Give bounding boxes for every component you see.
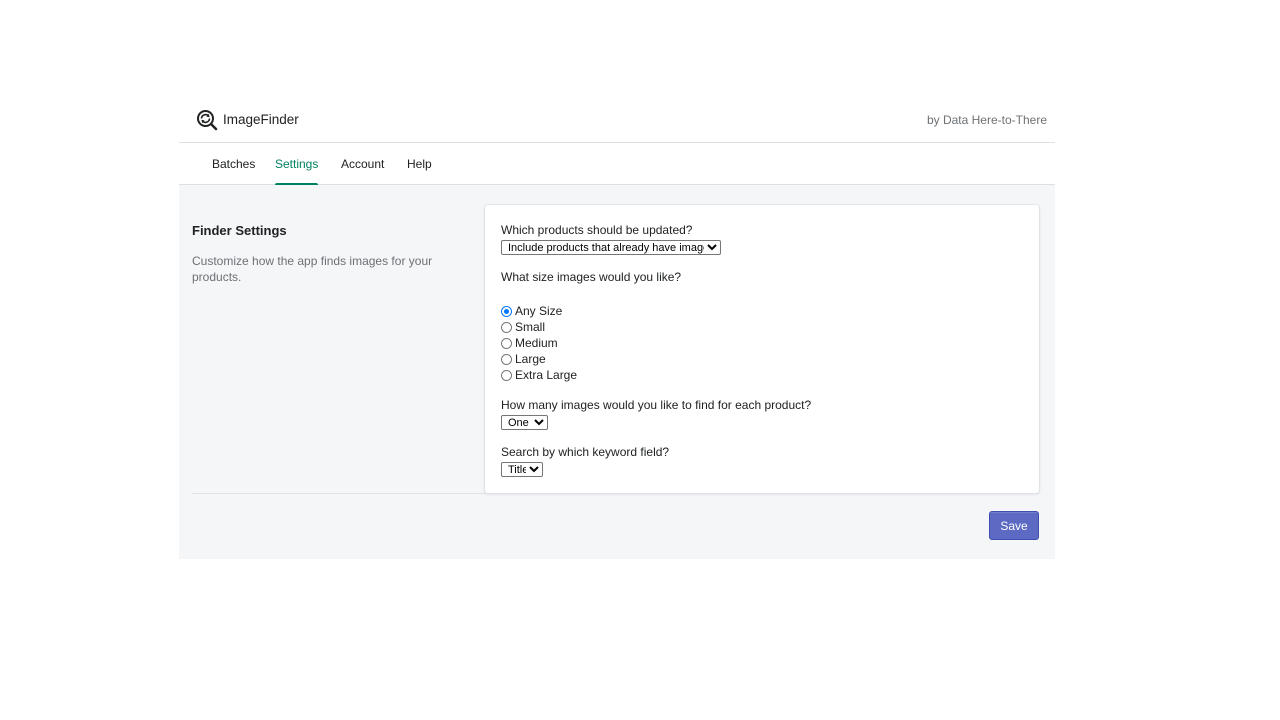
radio-button[interactable] — [501, 369, 512, 381]
size-option-small[interactable]: Small — [501, 319, 545, 335]
radio-button[interactable] — [501, 321, 512, 333]
app-container: ImageFinder by Data Here-to-There Batche… — [179, 98, 1055, 559]
radio-button[interactable] — [501, 305, 512, 317]
size-option-large[interactable]: Large — [501, 351, 546, 367]
size-option-label: Large — [515, 352, 546, 366]
products-question-label: Which products should be updated? — [501, 223, 693, 237]
size-option-medium[interactable]: Medium — [501, 335, 558, 351]
save-button[interactable]: Save — [989, 511, 1039, 540]
app-name: ImageFinder — [223, 112, 299, 127]
count-select[interactable]: One — [501, 415, 548, 430]
section-divider — [192, 493, 1039, 494]
tab-help[interactable]: Help — [407, 143, 432, 185]
size-option-label: Any Size — [515, 304, 563, 318]
settings-layout: Finder Settings Customize how the app fi… — [179, 185, 1055, 559]
radio-button[interactable] — [501, 353, 512, 365]
tab-account[interactable]: Account — [341, 143, 384, 185]
section-description: Customize how the app finds images for y… — [192, 254, 433, 284]
developer-byline: by Data Here-to-There — [926, 113, 1047, 127]
keyword-select[interactable]: Title — [501, 462, 543, 477]
radio-button[interactable] — [501, 337, 512, 349]
app-header: ImageFinder by Data Here-to-There — [179, 98, 1055, 143]
size-option-label: Small — [515, 320, 546, 334]
tab-batches[interactable]: Batches — [212, 143, 255, 185]
size-option-any[interactable]: Any Size — [501, 303, 562, 319]
products-select[interactable]: Include products that already have image… — [501, 240, 721, 255]
magnifier-refresh-icon — [196, 109, 218, 131]
count-question-label: How many images would you like to find f… — [501, 398, 812, 412]
tab-settings[interactable]: Settings — [275, 143, 319, 186]
keyword-question-label: Search by which keyword field? — [501, 445, 670, 459]
settings-card: Which products should be updated? Includ… — [485, 205, 1039, 493]
section-title: Finder Settings — [192, 223, 287, 238]
size-option-label: Medium — [515, 336, 558, 350]
size-option-extra-large[interactable]: Extra Large — [501, 367, 577, 383]
size-option-label: Extra Large — [515, 368, 578, 382]
size-question-label: What size images would you like? — [501, 270, 682, 284]
main-nav: Batches Settings Account Help — [179, 143, 1055, 186]
